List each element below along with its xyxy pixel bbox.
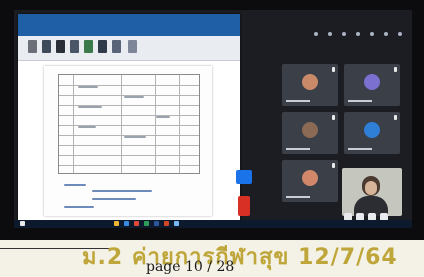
taskbar-app-icon[interactable]	[114, 221, 119, 226]
participant-tile[interactable]	[282, 64, 338, 106]
photo-caption: ม.2 ค่ายการกีฬาสุข 12/7/64	[82, 245, 398, 270]
document-ribbon	[18, 36, 240, 61]
participant-avatar	[302, 74, 318, 90]
person-face	[365, 181, 377, 195]
meeting-control-icon[interactable]	[342, 32, 346, 36]
participant-avatar	[302, 170, 318, 186]
ribbon-tool-icon[interactable]	[28, 40, 37, 53]
document-title-bar	[18, 14, 240, 36]
participant-avatar	[302, 122, 318, 138]
meeting-toolbar	[244, 26, 409, 50]
participant-name	[348, 148, 372, 150]
taskbar-app-icon[interactable]	[144, 221, 149, 226]
meeting-control-icon[interactable]	[328, 32, 332, 36]
self-camera-tile[interactable]	[342, 168, 402, 216]
mic-icon	[332, 163, 335, 168]
mic-icon	[394, 115, 397, 120]
present-button[interactable]	[236, 170, 252, 184]
meeting-control-icon[interactable]	[398, 32, 402, 36]
participant-tile[interactable]	[282, 112, 338, 154]
ribbon-tool-icon[interactable]	[112, 40, 121, 53]
taskbar-app-icon[interactable]	[164, 221, 169, 226]
taskbar-app-icon[interactable]	[124, 221, 129, 226]
document-page	[44, 66, 212, 216]
shared-document-window[interactable]	[18, 14, 240, 226]
meeting-control-icon[interactable]	[356, 32, 360, 36]
ribbon-tool-icon[interactable]	[56, 40, 65, 53]
taskbar-app-icon[interactable]	[154, 221, 159, 226]
participant-tile[interactable]	[344, 64, 400, 106]
meeting-control-icon[interactable]	[314, 32, 318, 36]
participant-avatar	[364, 122, 380, 138]
ribbon-tool-icon[interactable]	[128, 40, 137, 53]
ribbon-tool-icon[interactable]	[98, 40, 107, 53]
page-indicator: page 10 / 28	[146, 259, 235, 275]
participant-name	[286, 196, 310, 198]
meeting-control-icon[interactable]	[384, 32, 388, 36]
taskbar-app-icon[interactable]	[134, 221, 139, 226]
participant-tile[interactable]	[344, 112, 400, 154]
end-call-button[interactable]	[238, 196, 250, 216]
mic-icon	[332, 115, 335, 120]
ribbon-tool-icon[interactable]	[42, 40, 51, 53]
mic-icon	[394, 67, 397, 72]
taskbar-app-icon[interactable]	[174, 221, 179, 226]
participant-tile[interactable]	[282, 160, 338, 202]
participant-avatar	[364, 74, 380, 90]
taskbar-app-icon[interactable]	[20, 221, 25, 226]
taskbar	[14, 220, 412, 228]
ribbon-tool-icon[interactable]	[84, 40, 93, 53]
document-table	[58, 74, 200, 174]
participant-name	[286, 148, 310, 150]
participant-name	[348, 100, 372, 102]
participant-name	[286, 100, 310, 102]
ribbon-tool-icon[interactable]	[70, 40, 79, 53]
mic-icon	[332, 67, 335, 72]
screen	[14, 10, 412, 228]
meeting-control-icon[interactable]	[370, 32, 374, 36]
